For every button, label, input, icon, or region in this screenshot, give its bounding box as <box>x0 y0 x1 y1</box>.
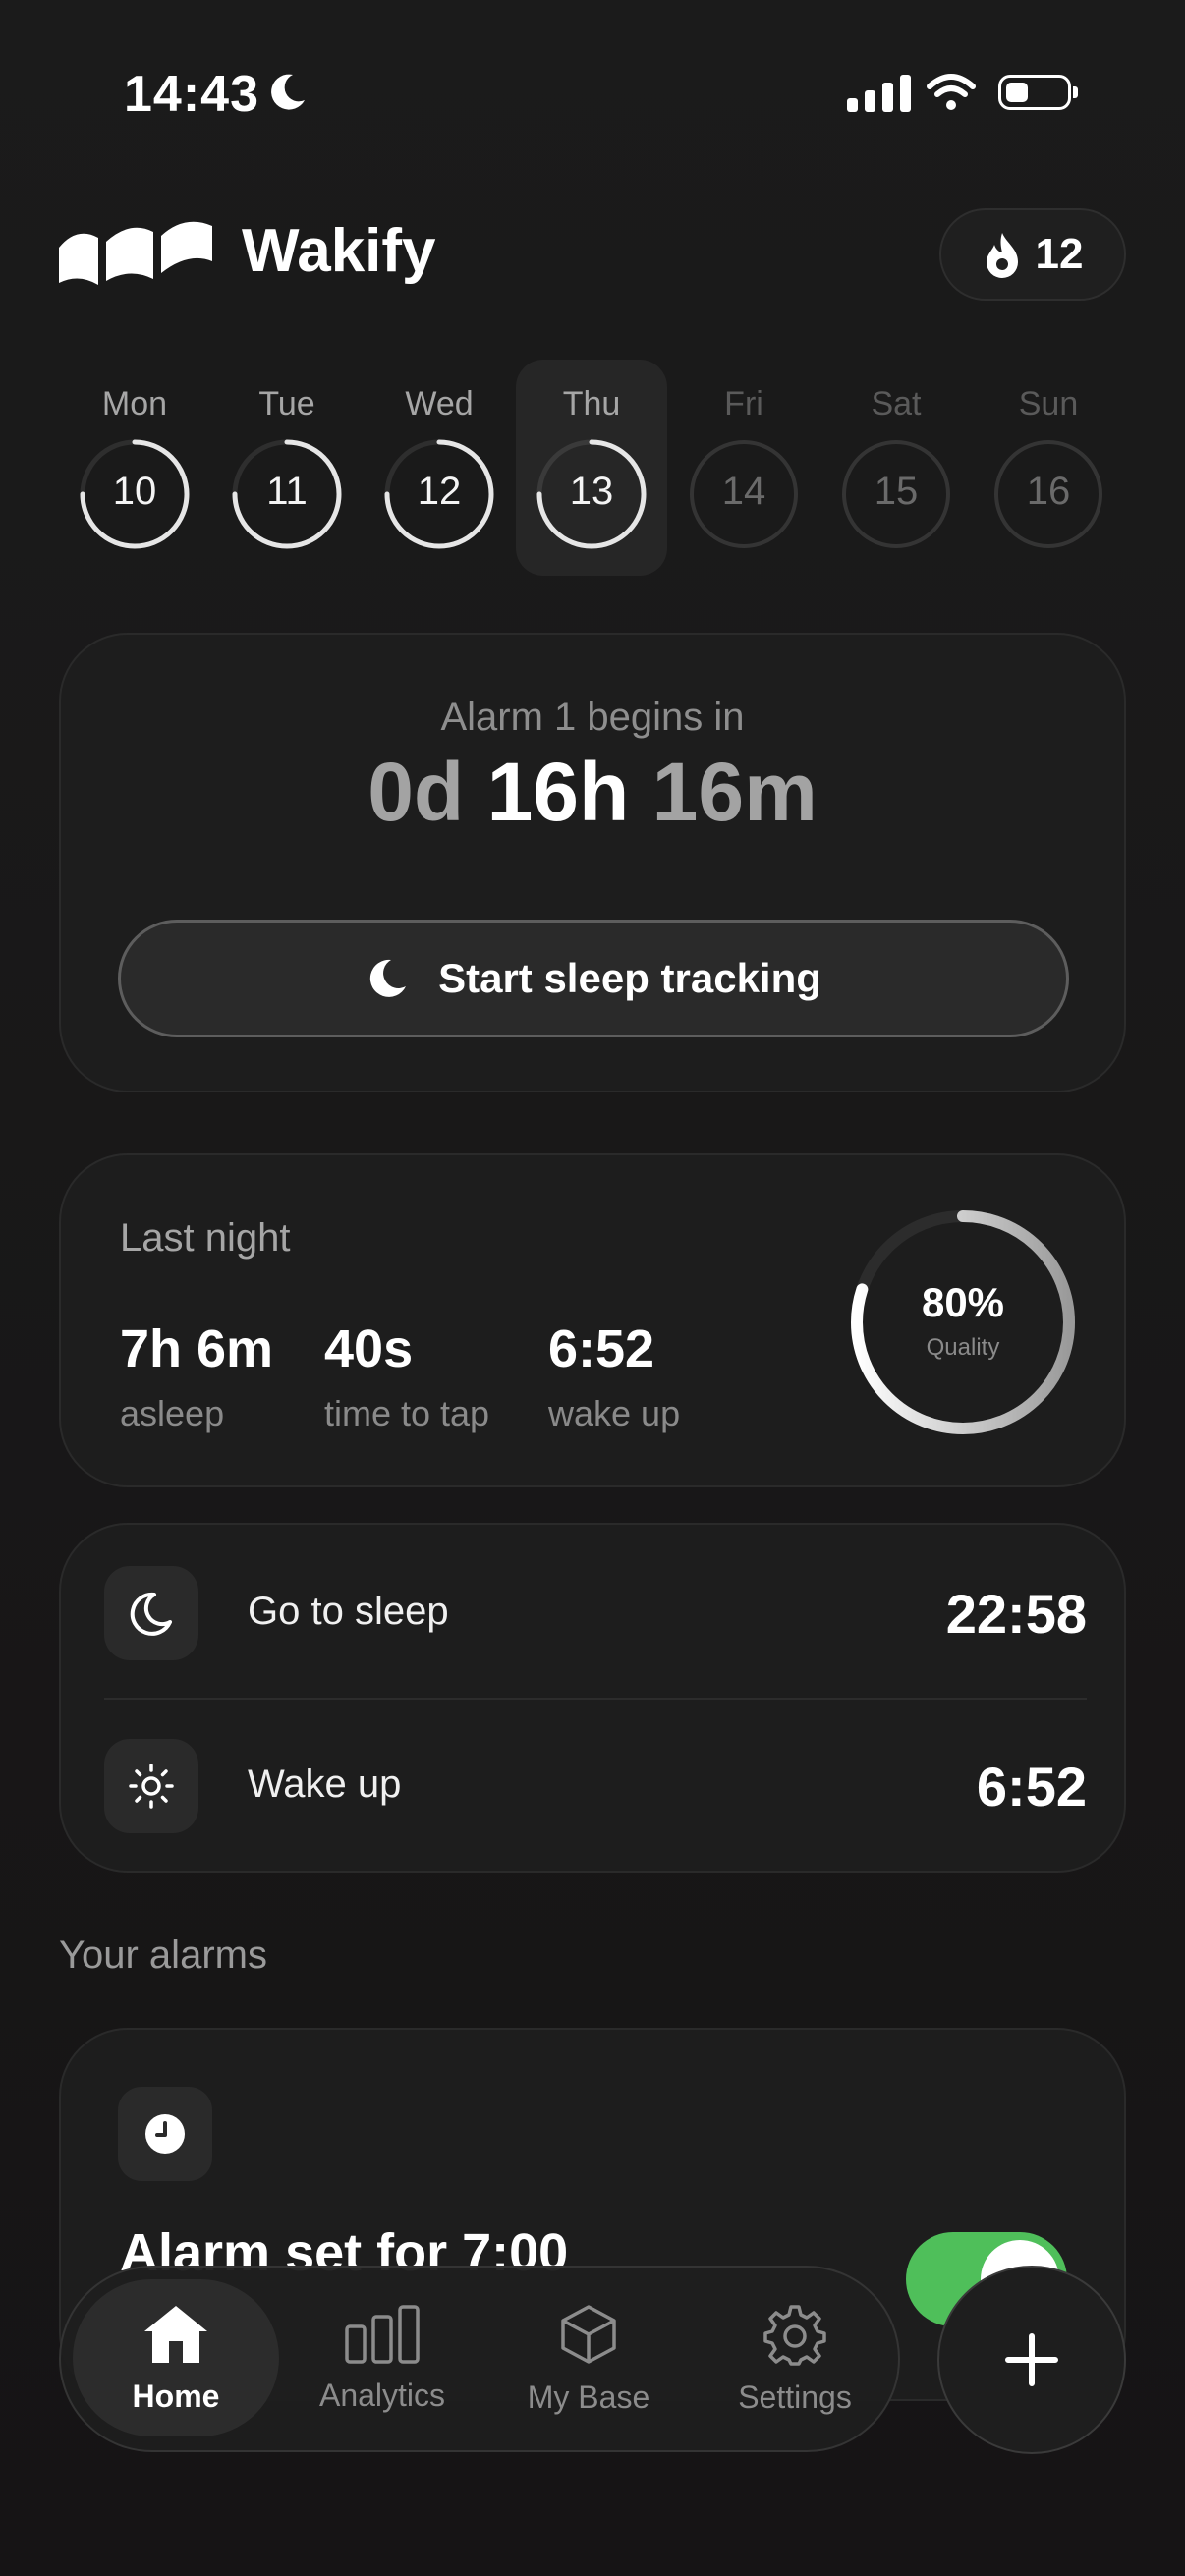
quality-percent: 80% <box>921 1279 1005 1325</box>
day-sun[interactable]: Sun 16 <box>973 360 1124 576</box>
wifi-icon <box>927 74 976 110</box>
alarm-countdown-card: Alarm 1 begins in 0d 16h 16m Start sleep… <box>59 633 1126 1092</box>
day-name: Tue <box>258 385 315 422</box>
stat-value: 6:52 <box>548 1319 655 1378</box>
moon-icon <box>271 74 305 110</box>
go-to-sleep-label: Go to sleep <box>248 1590 449 1633</box>
day-wed[interactable]: Wed 12 <box>364 360 515 576</box>
start-sleep-tracking-button[interactable]: Start sleep tracking <box>118 920 1069 1037</box>
signal-icon <box>847 75 911 112</box>
app-title: Wakify <box>242 217 436 285</box>
day-number: 14 <box>721 470 766 513</box>
day-fri[interactable]: Fri 14 <box>668 360 819 576</box>
day-number: 15 <box>874 470 919 513</box>
your-alarms-heading: Your alarms <box>59 1933 267 1977</box>
day-number: 16 <box>1026 470 1071 513</box>
nav-label: Home <box>132 2378 220 2414</box>
last-night-title: Last night <box>120 1216 291 1260</box>
clock-icon-container <box>118 2087 212 2181</box>
sun-icon-container <box>104 1739 198 1833</box>
day-number: 11 <box>266 470 308 513</box>
nav-analytics[interactable]: Analytics <box>279 2268 485 2450</box>
day-thu[interactable]: Thu 13 <box>516 360 667 576</box>
last-night-card[interactable]: Last night 7h 6m asleep 40s time to tap … <box>59 1153 1126 1487</box>
nav-label: My Base <box>527 2379 650 2415</box>
moon-icon-container <box>104 1566 198 1660</box>
streak-count: 12 <box>1035 230 1084 278</box>
go-to-sleep-time: 22:58 <box>945 1583 1087 1645</box>
plus-icon <box>1005 2333 1058 2386</box>
nav-my-base[interactable]: My Base <box>485 2268 692 2450</box>
go-to-sleep-row[interactable]: Go to sleep 22:58 <box>104 1566 1087 1660</box>
wake-up-label: Wake up <box>248 1763 402 1806</box>
start-sleep-tracking-label: Start sleep tracking <box>438 955 821 1001</box>
countdown-days: 0d <box>367 746 465 838</box>
day-sat[interactable]: Sat 15 <box>820 360 972 576</box>
day-mon[interactable]: Mon 10 <box>59 360 210 576</box>
countdown-minutes: 16m <box>651 746 818 838</box>
stat-asleep: 7h 6m asleep <box>120 1318 273 1434</box>
stat-label: wake up <box>548 1393 681 1433</box>
wake-up-time: 6:52 <box>976 1756 1087 1818</box>
stat-time-to-tap: 40s time to tap <box>324 1318 489 1434</box>
week-strip: Mon 10 Tue 11 Wed 12 Thu 13 Fri 14 Sat 1… <box>59 360 1126 576</box>
day-name: Mon <box>101 385 168 422</box>
day-name: Wed <box>405 385 474 422</box>
nav-settings[interactable]: Settings <box>692 2268 898 2450</box>
home-icon <box>144 2305 207 2363</box>
sun-icon <box>129 1764 174 1809</box>
wake-up-row[interactable]: Wake up 6:52 <box>104 1739 1087 1833</box>
battery-icon <box>998 75 1078 110</box>
flame-icon <box>986 233 1018 278</box>
bottom-nav: Home Analytics My Base Settings <box>59 2266 900 2452</box>
nav-home[interactable]: Home <box>73 2279 279 2436</box>
streak-badge[interactable]: 12 <box>939 208 1126 301</box>
stat-value: 40s <box>324 1319 414 1378</box>
day-number: 12 <box>417 470 462 513</box>
divider <box>104 1698 1087 1700</box>
stat-wake-up: 6:52 wake up <box>548 1318 680 1434</box>
add-alarm-button[interactable] <box>937 2266 1126 2454</box>
clock-icon <box>145 2114 185 2154</box>
day-number: 10 <box>112 470 157 513</box>
moon-icon <box>369 959 407 997</box>
stat-value: 7h 6m <box>120 1319 274 1378</box>
sleep-schedule-card: Go to sleep 22:58 Wake up 6:52 <box>59 1523 1126 1873</box>
quality-label: Quality <box>926 1334 1000 1361</box>
day-name: Thu <box>562 385 621 422</box>
cube-icon <box>561 2304 616 2364</box>
wakify-logo-icon <box>59 221 212 285</box>
day-tue[interactable]: Tue 11 <box>211 360 363 576</box>
moon-icon <box>130 1592 172 1636</box>
countdown-hours: 16h <box>486 746 630 838</box>
gear-icon <box>763 2304 826 2366</box>
status-time: 14:43 <box>124 66 259 123</box>
nav-label: Analytics <box>318 2377 446 2413</box>
day-name: Fri <box>724 385 763 422</box>
nav-label: Settings <box>738 2379 852 2415</box>
day-name: Sat <box>871 385 922 422</box>
alarm-countdown: 0d 16h 16m <box>61 745 1124 840</box>
stat-label: asleep <box>120 1393 225 1433</box>
alarm-countdown-label: Alarm 1 begins in <box>440 696 745 739</box>
stat-label: time to tap <box>324 1393 490 1433</box>
day-name: Sun <box>1018 385 1079 422</box>
analytics-icon <box>345 2304 420 2364</box>
day-number: 13 <box>569 470 614 513</box>
